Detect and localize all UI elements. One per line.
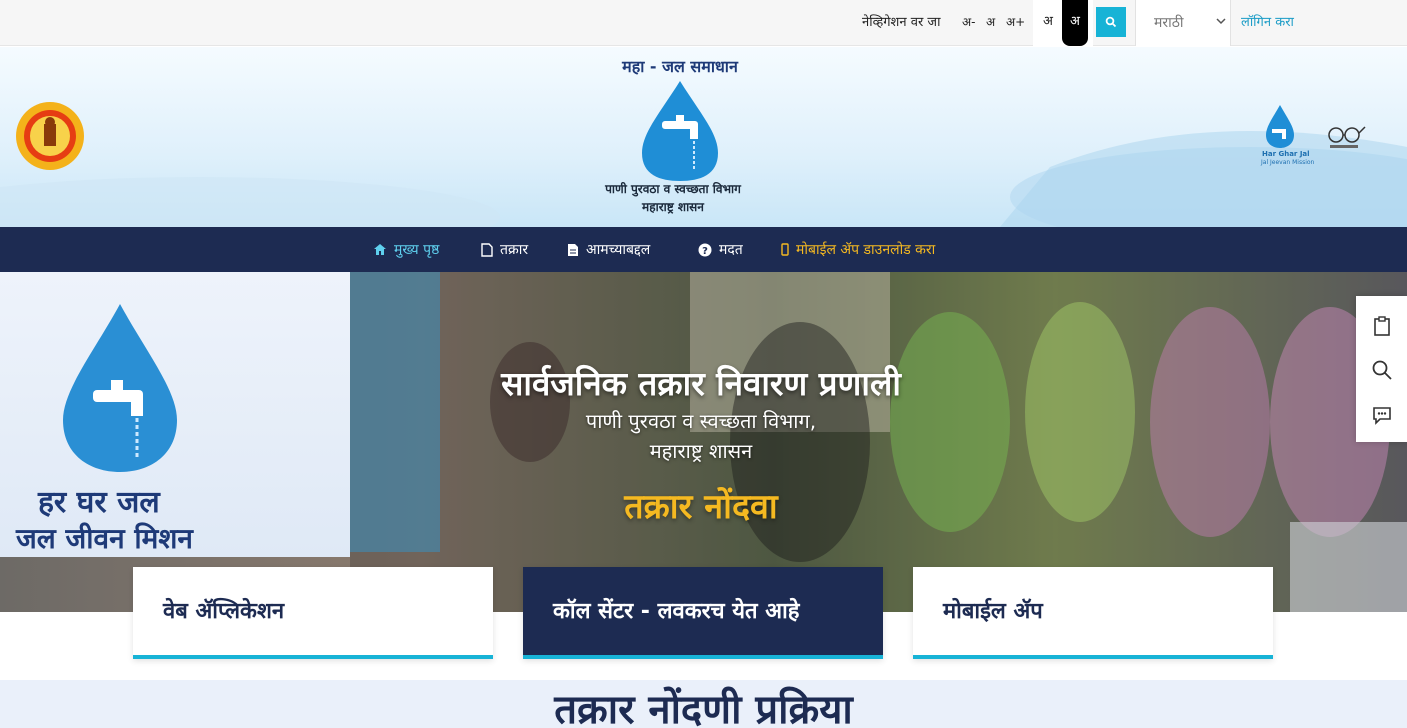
nav-item-complaint[interactable]: तक्रार bbox=[481, 240, 528, 259]
home-icon bbox=[374, 244, 386, 255]
call-center-card[interactable]: कॉल सेंटर - लवकरच येत आहे bbox=[523, 567, 883, 659]
hero-subtitle-line1: पाणी पुरवठा व स्वच्छता विभाग, bbox=[585, 409, 817, 433]
government-name: महाराष्ट्र शासन bbox=[642, 200, 704, 214]
chevron-down-icon bbox=[1216, 18, 1226, 25]
search-icon[interactable] bbox=[1371, 359, 1393, 381]
mobile-app-card[interactable]: मोबाईल ॲप bbox=[913, 567, 1273, 659]
nav-item-about-us[interactable]: आमच्याबद्दल bbox=[567, 240, 650, 259]
search-icon bbox=[1105, 16, 1117, 28]
clipboard-icon[interactable] bbox=[1371, 315, 1393, 337]
chat-icon[interactable] bbox=[1371, 404, 1393, 426]
language-select-value: मराठी bbox=[1154, 15, 1184, 31]
font-decrease-button[interactable]: अ- bbox=[962, 13, 976, 30]
hero-banner: हर घर जल जल जीवन मिशन सार्वजनिक तक्रार न… bbox=[0, 272, 1407, 612]
help-icon: ? bbox=[698, 243, 712, 257]
contrast-light-button[interactable]: अ bbox=[1037, 9, 1059, 35]
site-header-banner: महा - जल समाधान पाणी पुरवठा व स्वच्छता व… bbox=[0, 47, 1407, 227]
har-ghar-jal-logo-icon[interactable] bbox=[1258, 103, 1302, 149]
jal-jeevan-mission-heading: जल जीवन मिशन bbox=[16, 522, 193, 555]
nav-item-label: मदत bbox=[719, 242, 743, 258]
contrast-dark-button[interactable]: अ bbox=[1062, 0, 1088, 46]
hero-title: सार्वजनिक तक्रार निवारण प्रणाली bbox=[501, 364, 901, 403]
main-navigation: मुख्य पृष्ठ तक्रार आमच्याबद्दल ? मदत मोब… bbox=[0, 227, 1407, 272]
language-select[interactable]: मराठी bbox=[1135, 0, 1231, 46]
nav-item-label: तक्रार bbox=[500, 242, 529, 258]
har-ghar-jal-label: Har Ghar Jal bbox=[1262, 150, 1310, 158]
register-complaint-link[interactable]: तक्रार नोंदवा bbox=[350, 482, 1052, 528]
svg-text:?: ? bbox=[702, 246, 708, 257]
complaint-process-section: तक्रार नोंदणी प्रक्रिया bbox=[0, 680, 1407, 728]
card-label: कॉल सेंटर - लवकरच येत आहे bbox=[553, 599, 800, 624]
har-ghar-jal-heading: हर घर जल bbox=[38, 485, 160, 520]
swachh-bharat-glasses-icon[interactable] bbox=[1326, 123, 1366, 153]
section-title: तक्रार नोंदणी प्रक्रिया bbox=[554, 687, 853, 728]
mobile-icon bbox=[781, 243, 789, 256]
login-link[interactable]: लॉगिन करा bbox=[1241, 12, 1294, 30]
nav-item-mobile-app-download[interactable]: मोबाईल ॲप डाउनलोड करा bbox=[781, 240, 935, 259]
department-name: पाणी पुरवठा व स्वच्छता विभाग bbox=[605, 182, 741, 196]
font-increase-button[interactable]: अ+ bbox=[1006, 13, 1025, 30]
nav-item-home[interactable]: मुख्य पृष्ठ bbox=[373, 240, 439, 259]
top-utility-bar: नेव्हिगेशन वर जा अ- अ अ+ अ अ मराठी लॉगिन… bbox=[0, 0, 1407, 46]
card-label: मोबाईल ॲप bbox=[943, 599, 1043, 624]
web-application-card[interactable]: वेब ॲप्लिकेशन bbox=[133, 567, 493, 659]
nav-item-help[interactable]: ? मदत bbox=[698, 240, 743, 259]
font-normal-button[interactable]: अ bbox=[986, 13, 995, 30]
nav-item-label: मोबाईल ॲप डाउनलोड करा bbox=[796, 242, 936, 258]
file-icon bbox=[481, 242, 493, 257]
hero-subtitle-line2: महाराष्ट्र शासन bbox=[649, 439, 753, 463]
logo-name: महा - जल समाधान bbox=[622, 57, 738, 76]
skip-to-navigation-link[interactable]: नेव्हिगेशन वर जा bbox=[862, 12, 940, 30]
nav-item-label: आमच्याबद्दल bbox=[586, 242, 651, 258]
nav-item-label: मुख्य पृष्ठ bbox=[394, 242, 440, 258]
large-water-drop-icon bbox=[63, 304, 177, 472]
search-button[interactable] bbox=[1096, 7, 1126, 37]
document-icon bbox=[568, 243, 578, 256]
card-label: वेब ॲप्लिकेशन bbox=[163, 599, 285, 624]
floating-side-toolbar bbox=[1356, 296, 1407, 442]
maharashtra-emblem-icon[interactable] bbox=[14, 100, 86, 172]
jal-jeevan-mission-label: Jal Jeevan Mission bbox=[1261, 159, 1315, 166]
